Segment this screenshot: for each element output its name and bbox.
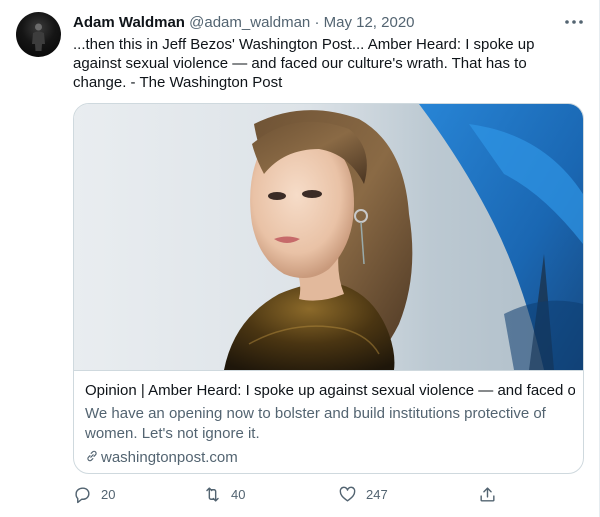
tweet-actions: 20 40 247 <box>0 482 600 506</box>
card-domain: washingtonpost.com <box>85 448 238 467</box>
tweet-date[interactable]: May 12, 2020 <box>324 14 415 31</box>
share-button[interactable] <box>478 482 506 506</box>
reply-count: 20 <box>101 486 116 502</box>
reply-button[interactable]: 20 <box>73 482 115 506</box>
tweet-text: ...then this in Jeff Bezos' Washington P… <box>73 36 535 91</box>
card-image <box>74 104 583 370</box>
tweet-header: Adam Waldman @adam_waldman · May 12, 202… <box>73 13 415 33</box>
avatar[interactable] <box>16 12 61 57</box>
retweet-button[interactable]: 40 <box>203 482 245 506</box>
header-separator: · <box>314 14 320 31</box>
like-button[interactable]: 247 <box>338 482 388 506</box>
author-handle[interactable]: @adam_waldman <box>189 14 310 31</box>
like-count: 247 <box>366 486 388 502</box>
card-body: Opinion | Amber Heard: I spoke up agains… <box>74 370 583 473</box>
card-title: Opinion | Amber Heard: I spoke up agains… <box>85 382 575 399</box>
link-icon <box>87 450 97 462</box>
share-icon <box>480 486 495 502</box>
reply-icon <box>75 486 90 503</box>
avatar-figure-icon <box>32 23 45 51</box>
more-options-icon[interactable] <box>562 10 586 34</box>
heart-icon <box>339 486 356 502</box>
retweet-icon <box>206 486 219 502</box>
tweet[interactable]: Adam Waldman @adam_waldman · May 12, 202… <box>0 0 600 517</box>
retweet-count: 40 <box>231 486 246 502</box>
author-name[interactable]: Adam Waldman <box>73 14 185 31</box>
card-description: We have an opening now to bolster and bu… <box>85 405 546 442</box>
card-domain-text: washingtonpost.com <box>101 449 238 466</box>
link-card[interactable]: Opinion | Amber Heard: I spoke up agains… <box>73 103 584 474</box>
